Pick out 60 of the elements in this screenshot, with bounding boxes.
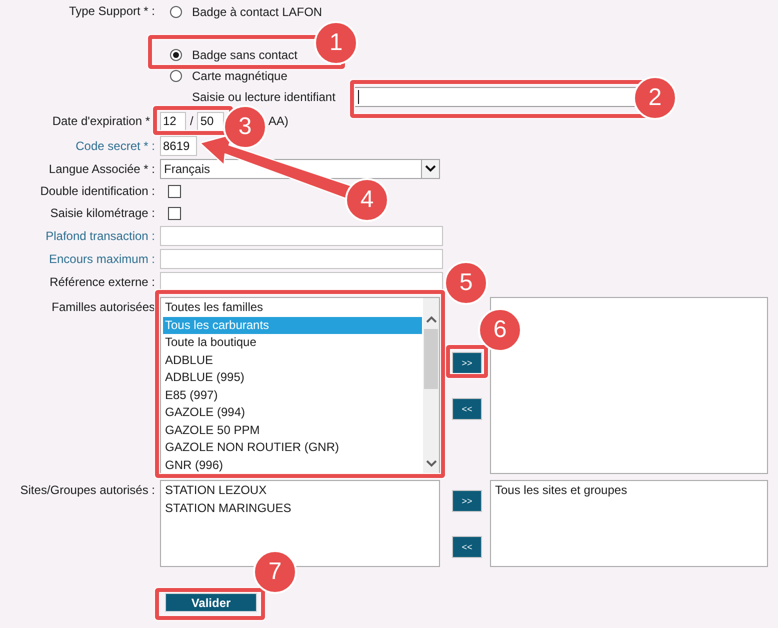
list-item[interactable]: ADBLUE (995)	[163, 369, 422, 386]
field-label: Type Support * :	[68, 4, 155, 18]
field-label: Code secret * :	[76, 138, 155, 152]
field-label: Date d'expiration *	[52, 114, 150, 128]
field-label: Référence externe :	[50, 274, 155, 288]
radio-button[interactable]	[170, 48, 182, 60]
chevron-down-icon[interactable]	[426, 460, 436, 467]
date-format-hint: AA)	[268, 114, 288, 128]
field-label: Saisie kilométrage :	[50, 206, 155, 220]
chevron-down-icon	[425, 165, 436, 172]
list-item[interactable]: ADBLUE	[163, 352, 422, 369]
field-label: Saisie ou lecture identifiant	[192, 90, 336, 104]
list-item[interactable]: Tous les sites et groupes	[493, 482, 766, 500]
field-label: Familles autorisées	[52, 300, 155, 314]
step-number: 5	[444, 261, 488, 305]
list-item[interactable]: GAZOLE NON ROUTIER (GNR)	[163, 439, 422, 456]
list-item[interactable]: STATION LEZOUX	[163, 482, 438, 500]
text-cursor-icon	[358, 90, 360, 104]
remove-button[interactable]: <<	[452, 536, 482, 558]
field-label: Double identification :	[40, 184, 155, 198]
field-label: Encours maximum :	[48, 252, 155, 266]
text-field[interactable]	[160, 226, 443, 246]
radio-label: Carte magnétique	[192, 68, 288, 82]
checkbox[interactable]	[168, 184, 181, 198]
radio-label: Badge sans contact	[192, 48, 298, 62]
date-separator: /	[190, 114, 194, 128]
radio-button[interactable]	[170, 6, 182, 18]
year-field[interactable]: 50	[197, 112, 224, 130]
scrollbar-thumb[interactable]	[424, 329, 438, 389]
field-label: Langue Associée * :	[48, 162, 155, 176]
code-field[interactable]: 8619	[160, 136, 197, 156]
field-label: Sites/Groupes autorisés :	[20, 483, 155, 497]
radio-label: Badge à contact LAFON	[192, 4, 322, 18]
step-number: 2	[633, 76, 677, 120]
list-item[interactable]: GNR (996)	[163, 456, 422, 473]
identifier-field[interactable]	[354, 87, 638, 107]
add-button[interactable]: >>	[452, 490, 482, 512]
submit-button[interactable]: Valider	[165, 593, 257, 612]
list-item[interactable]: Toutes les familles	[163, 299, 422, 316]
list-item[interactable]: Toute la boutique	[163, 334, 422, 352]
step-number: 1	[314, 21, 358, 65]
list-box[interactable]: Toutes les familles Tous les carburants Toute la boutique ADBLUE ADBLUE (995) E85 (997) GAZOLE (994) GAZOLE 50 PPM GAZOLE NON ROUTIER (GNR) GNR (996)	[160, 297, 440, 474]
list-item[interactable]: GAZOLE (994)	[163, 404, 422, 422]
remove-button[interactable]: <<	[452, 398, 482, 420]
list-box[interactable]: Tous les sites et groupes	[490, 480, 768, 567]
radio-button[interactable]	[170, 70, 182, 82]
step-number: 3	[223, 105, 267, 149]
dropdown-button[interactable]	[421, 160, 439, 178]
list-item[interactable]: GAZOLE 50 PPM	[163, 422, 422, 439]
step-number: 4	[345, 178, 389, 222]
add-button[interactable]: >>	[452, 352, 482, 374]
chevron-up-icon[interactable]	[426, 316, 436, 323]
list-item[interactable]: E85 (997)	[163, 386, 422, 404]
text-field[interactable]	[160, 272, 443, 292]
text-field[interactable]	[160, 248, 443, 268]
list-item[interactable]: STATION MARINGUES	[163, 500, 438, 517]
scrollbar[interactable]	[423, 298, 439, 473]
month-field[interactable]: 12	[160, 112, 186, 130]
field-label: Plafond transaction :	[46, 228, 155, 242]
checkbox[interactable]	[168, 206, 181, 220]
